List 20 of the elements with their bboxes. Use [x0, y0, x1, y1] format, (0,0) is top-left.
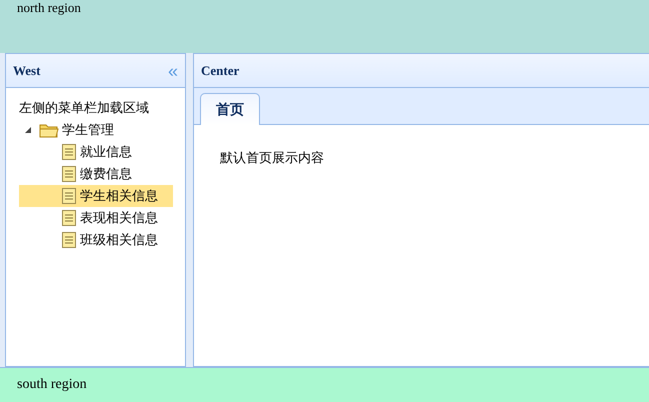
tree-item[interactable]: 学生相关信息	[19, 185, 173, 207]
document-icon	[61, 209, 77, 227]
tree-item[interactable]: 缴费信息	[19, 163, 173, 185]
panel-title: West	[13, 62, 40, 78]
document-icon	[61, 165, 77, 183]
document-icon	[61, 231, 77, 249]
tab[interactable]: 首页	[200, 93, 260, 125]
tree-item[interactable]: 班级相关信息	[19, 229, 173, 251]
tree-item[interactable]: 就业信息	[19, 141, 173, 163]
menu-area-text: 左侧的菜单栏加载区域	[19, 100, 150, 118]
tree-folder-item[interactable]: 学生管理	[19, 119, 173, 141]
document-icon	[61, 187, 77, 205]
panel-title: Center	[201, 62, 240, 78]
expand-triangle-icon[interactable]	[24, 126, 32, 134]
tree-item[interactable]: 表现相关信息	[19, 207, 173, 229]
south-region-text: south region	[17, 377, 87, 393]
home-content-text: 默认首页展示内容	[220, 150, 325, 167]
document-icon	[61, 143, 77, 161]
folder-icon	[39, 122, 59, 138]
north-region-text: north region	[17, 1, 81, 14]
